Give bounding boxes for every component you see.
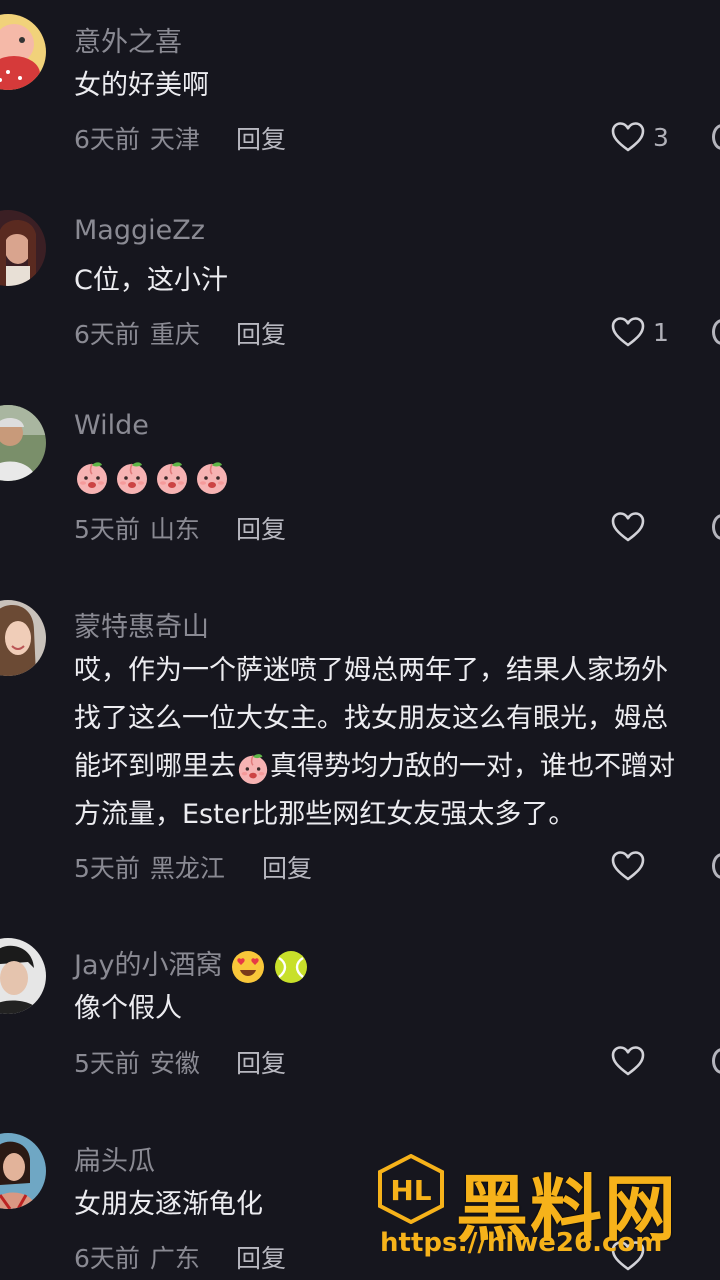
more-icon[interactable] (712, 319, 720, 345)
peach-emoji (194, 459, 230, 495)
like-button[interactable]: 3 (611, 121, 669, 153)
avatar[interactable] (0, 14, 46, 90)
peach-emoji (154, 459, 190, 495)
comment-text: 女的好美啊 (74, 70, 209, 101)
heart-outline-icon (611, 316, 645, 348)
comment-meta: 5天前 山东 (74, 510, 200, 546)
peach-emoji (74, 459, 110, 495)
username[interactable]: 意外之喜 (74, 20, 182, 59)
comment-time: 6天前 (74, 125, 140, 154)
heart-outline-icon (611, 511, 645, 543)
username[interactable]: 蒙特惠奇山 (74, 605, 209, 644)
comment-location: 黑龙江 (149, 854, 225, 883)
more-icon[interactable] (712, 514, 720, 540)
reply-button[interactable]: 回复 (236, 315, 286, 351)
like-button[interactable] (611, 1045, 645, 1077)
username-text[interactable]: Jay的小酒窝 (74, 950, 223, 981)
like-count: 1 (653, 317, 669, 347)
comment-text-segment: 能坏到哪里去 (74, 751, 236, 782)
comment-text: C位，这小汁 (74, 265, 228, 296)
reply-button[interactable]: 回复 (262, 849, 312, 885)
comment-meta: 5天前 黑龙江 (74, 849, 225, 885)
comment-text: 女朋友逐渐龟化 (74, 1189, 263, 1220)
comment-time: 5天前 (74, 854, 140, 883)
reply-button[interactable]: 回复 (236, 510, 286, 546)
more-icon[interactable] (712, 853, 720, 879)
comment-meta: 6天前 天津 (74, 120, 200, 156)
peach-emoji (114, 459, 150, 495)
like-count: 3 (653, 122, 669, 152)
avatar[interactable] (0, 938, 46, 1014)
comment-text-line: 哎，作为一个萨迷喷了姆总两年了，结果人家场外 (74, 655, 668, 686)
comment-text-line: 方流量，Ester比那些网红女友强太多了。 (74, 799, 576, 830)
comment-location: 广东 (149, 1244, 200, 1273)
watermark-logo: HL (378, 1154, 444, 1224)
avatar[interactable] (0, 1133, 46, 1209)
username[interactable]: MaggieZz (74, 215, 205, 246)
comment-location: 山东 (149, 515, 200, 544)
watermark-logo-letters: HL (390, 1174, 431, 1207)
like-button[interactable]: 1 (611, 316, 669, 348)
more-icon[interactable] (712, 1048, 720, 1074)
tennis-ball-emoji (274, 950, 307, 983)
comment-time: 6天前 (74, 320, 140, 349)
comment-location: 安徽 (149, 1049, 200, 1078)
more-icon[interactable] (712, 124, 720, 150)
comment-time: 5天前 (74, 515, 140, 544)
comment-meta: 6天前 广东 (74, 1239, 200, 1275)
comment-meta: 5天前 安徽 (74, 1044, 200, 1080)
username[interactable]: 扁头瓜 (74, 1139, 155, 1178)
avatar[interactable] (0, 600, 46, 676)
comment-location: 重庆 (149, 320, 200, 349)
comment-meta: 6天前 重庆 (74, 315, 200, 351)
like-button[interactable] (611, 511, 645, 543)
comment-text: 像个假人 (74, 993, 182, 1024)
peach-emoji (236, 751, 270, 785)
reply-button[interactable]: 回复 (236, 1044, 286, 1080)
comment-text-line: 找了这么一位大女主。找女朋友这么有眼光，姆总 (74, 703, 668, 734)
comment-text-line: 能坏到哪里去 真得势均力敌的一对，谁也不蹭对 (74, 743, 675, 791)
heart-outline-icon (611, 121, 645, 153)
reply-button[interactable]: 回复 (236, 1239, 286, 1275)
watermark: HL 黑料网 https://hlwe26.com (378, 1150, 708, 1270)
heart-eyes-emoji (232, 950, 265, 983)
username[interactable]: Wilde (74, 410, 149, 441)
comment-location: 天津 (149, 125, 200, 154)
comment-text-segment: 真得势均力敌的一对，谁也不蹭对 (270, 751, 675, 782)
watermark-url: https://hlwe26.com (380, 1228, 663, 1258)
comment-time: 6天前 (74, 1244, 140, 1273)
heart-outline-icon (611, 850, 645, 882)
reply-button[interactable]: 回复 (236, 120, 286, 156)
username[interactable]: Jay的小酒窝 (74, 943, 308, 984)
heart-outline-icon (611, 1045, 645, 1077)
like-button[interactable] (611, 850, 645, 882)
avatar[interactable] (0, 210, 46, 286)
comment-time: 5天前 (74, 1049, 140, 1078)
avatar[interactable] (0, 405, 46, 481)
comment-text (74, 452, 234, 500)
comment-text: 哎，作为一个萨迷喷了姆总两年了，结果人家场外 找了这么一位大女主。找女朋友这么有… (74, 647, 675, 839)
